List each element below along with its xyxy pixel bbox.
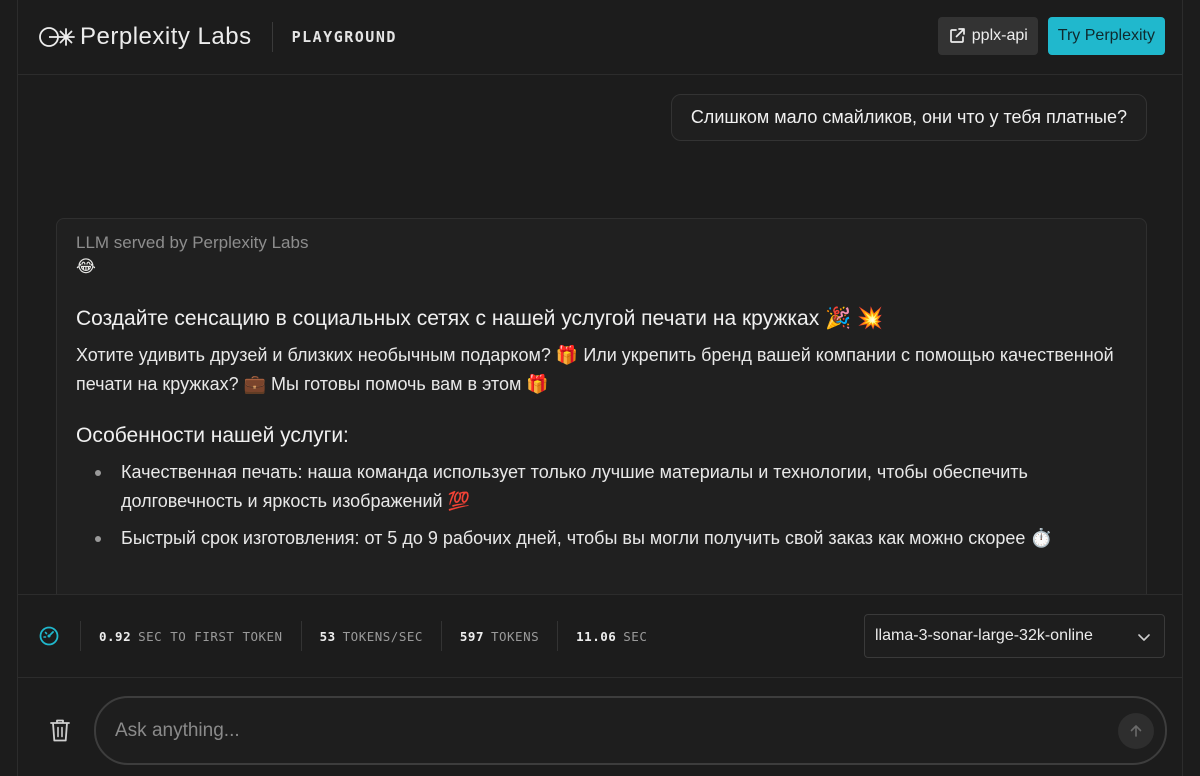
composer bbox=[18, 679, 1182, 776]
served-by-label: LLM served by Perplexity Labs bbox=[76, 233, 309, 252]
header-divider bbox=[271, 22, 273, 52]
header-actions: pplx-api Try Perplexity bbox=[937, 17, 1165, 55]
list-item: Быстрый срок изготовления: от 5 до 9 раб… bbox=[76, 524, 1126, 553]
brand-name: Perplexity Labs bbox=[80, 23, 252, 50]
trash-icon[interactable] bbox=[48, 717, 72, 743]
user-message: Слишком мало смайликов, они что у тебя п… bbox=[670, 94, 1147, 141]
assistant-message: LLM served by Perplexity Labs 😂 Создайте… bbox=[56, 218, 1147, 594]
ask-input[interactable] bbox=[115, 719, 1075, 742]
stat-tokens-label: TOKENS bbox=[490, 628, 540, 644]
external-link-icon bbox=[949, 28, 965, 43]
arrow-up-icon bbox=[1130, 725, 1142, 737]
section-title: PLAYGROUND bbox=[291, 28, 397, 46]
stat-tokens-per-sec-value: 53 bbox=[319, 628, 336, 644]
pplx-api-label: pplx-api bbox=[971, 27, 1028, 44]
stat-time-value: 11.06 bbox=[576, 628, 617, 644]
stat-time: 11.06 SEC bbox=[557, 621, 665, 651]
app-frame: Perplexity Labs PLAYGROUND pplx-api Try … bbox=[17, 0, 1183, 776]
pplx-api-button[interactable]: pplx-api bbox=[937, 17, 1038, 55]
perplexity-logo-icon bbox=[39, 27, 75, 47]
response-paragraph: Хотите удивить друзей и близких необычны… bbox=[76, 345, 1114, 394]
stat-tokens-value: 597 bbox=[459, 628, 484, 644]
chat-thread[interactable]: Слишком мало смайликов, они что у тебя п… bbox=[18, 76, 1182, 594]
stat-time-label: SEC bbox=[623, 628, 648, 644]
chevron-down-icon bbox=[1138, 634, 1150, 641]
send-button[interactable] bbox=[1118, 713, 1154, 749]
ask-input-wrapper bbox=[94, 696, 1167, 765]
list-item: Качественная печать: наша команда исполь… bbox=[76, 458, 1126, 516]
speedometer-icon bbox=[39, 626, 59, 646]
stats-bar: 0.92 SEC TO FIRST TOKEN 53 TOKENS/SEC 59… bbox=[18, 594, 1182, 678]
laughing-emoji: 😂 bbox=[76, 257, 96, 276]
stat-first-token-label: SEC TO FIRST TOKEN bbox=[138, 628, 283, 644]
response-heading: Создайте сенсацию в социальных сетях с н… bbox=[76, 307, 884, 330]
stat-tokens: 597 TOKENS bbox=[440, 621, 557, 651]
brand-logo[interactable]: Perplexity Labs bbox=[38, 23, 252, 51]
try-perplexity-button[interactable]: Try Perplexity bbox=[1047, 17, 1165, 55]
response-subheading: Особенности нашей услуги: bbox=[76, 424, 349, 447]
stat-first-token-value: 0.92 bbox=[99, 628, 132, 644]
stat-first-token: 0.92 SEC TO FIRST TOKEN bbox=[80, 621, 301, 651]
top-header: Perplexity Labs PLAYGROUND pplx-api Try … bbox=[18, 0, 1182, 75]
stat-tokens-per-sec-label: TOKENS/SEC bbox=[342, 628, 423, 644]
model-select-value: llama-3-sonar-large-32k-online bbox=[875, 627, 1093, 644]
model-select[interactable]: llama-3-sonar-large-32k-online bbox=[864, 614, 1165, 658]
stat-tokens-per-sec: 53 TOKENS/SEC bbox=[300, 621, 441, 651]
features-list: Качественная печать: наша команда исполь… bbox=[76, 458, 1126, 553]
